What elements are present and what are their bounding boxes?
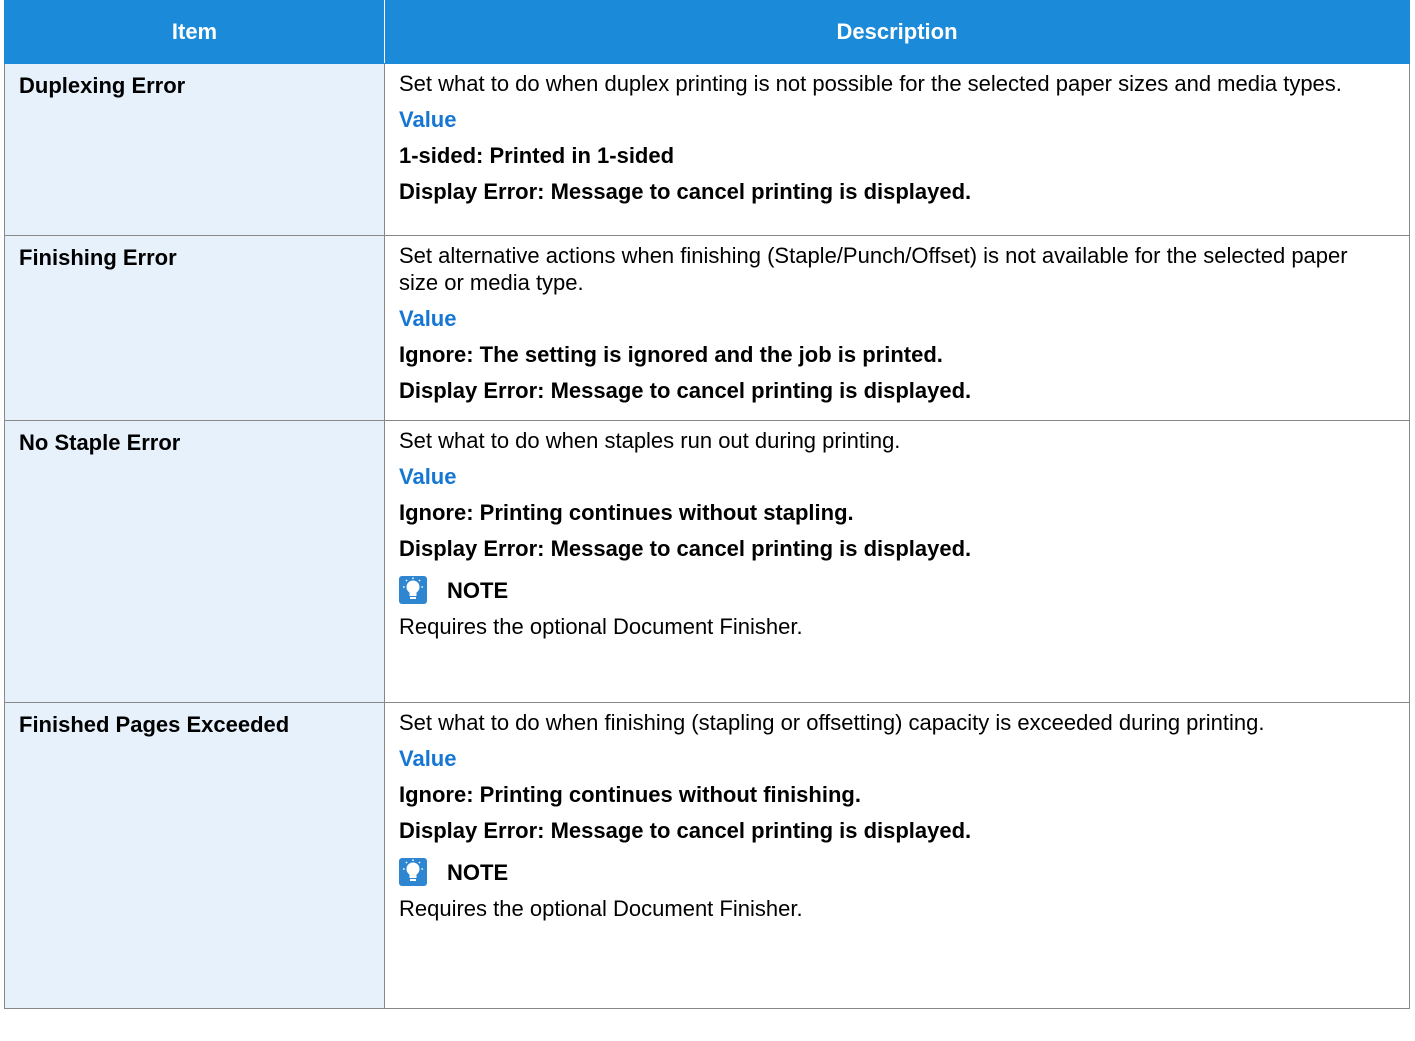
value-label: Value (399, 107, 457, 132)
value-label: Value (399, 746, 457, 771)
table-row: Finished Pages Exceeded Set what to do w… (4, 702, 1410, 1009)
settings-table: Item Description Duplexing Error Set wha… (4, 0, 1410, 1009)
note-label: NOTE (447, 577, 509, 603)
value-option: Ignore: The setting is ignored and the j… (399, 342, 943, 367)
item-description: Set what to do when staples run out duri… (384, 420, 1410, 703)
note-heading: NOTE (399, 858, 1381, 886)
description-text: Set what to do when duplex printing is n… (399, 71, 1342, 96)
description-text: Set what to do when staples run out duri… (399, 428, 901, 453)
value-option: Ignore: Printing continues without stapl… (399, 500, 854, 525)
table-row: Finishing Error Set alternative actions … (4, 235, 1410, 421)
table-header-row: Item Description (4, 0, 1410, 64)
item-description: Set what to do when duplex printing is n… (384, 63, 1410, 236)
item-name: Duplexing Error (4, 63, 385, 236)
value-label: Value (399, 464, 457, 489)
table-row: Duplexing Error Set what to do when dupl… (4, 63, 1410, 236)
value-option: Ignore: Printing continues without finis… (399, 782, 861, 807)
item-name: No Staple Error (4, 420, 385, 703)
description-text: Set what to do when finishing (stapling … (399, 710, 1265, 735)
header-item: Item (4, 0, 385, 64)
value-option: Display Error: Message to cancel printin… (399, 536, 972, 561)
value-option: 1-sided: Printed in 1-sided (399, 143, 675, 168)
value-option: Display Error: Message to cancel printin… (399, 818, 972, 843)
value-option: Display Error: Message to cancel printin… (399, 378, 972, 403)
item-name: Finished Pages Exceeded (4, 702, 385, 1009)
note-text: Requires the optional Document Finisher. (399, 614, 803, 639)
table-row: No Staple Error Set what to do when stap… (4, 420, 1410, 703)
item-name: Finishing Error (4, 235, 385, 421)
description-text: Set alternative actions when finishing (… (399, 243, 1348, 295)
lightbulb-note-icon (399, 858, 427, 886)
lightbulb-note-icon (399, 576, 427, 604)
value-option: Display Error: Message to cancel printin… (399, 179, 972, 204)
note-label: NOTE (447, 859, 509, 885)
header-description: Description (384, 0, 1410, 64)
note-heading: NOTE (399, 576, 1381, 604)
item-description: Set alternative actions when finishing (… (384, 235, 1410, 421)
item-description: Set what to do when finishing (stapling … (384, 702, 1410, 1009)
value-label: Value (399, 306, 457, 331)
note-text: Requires the optional Document Finisher. (399, 896, 803, 921)
